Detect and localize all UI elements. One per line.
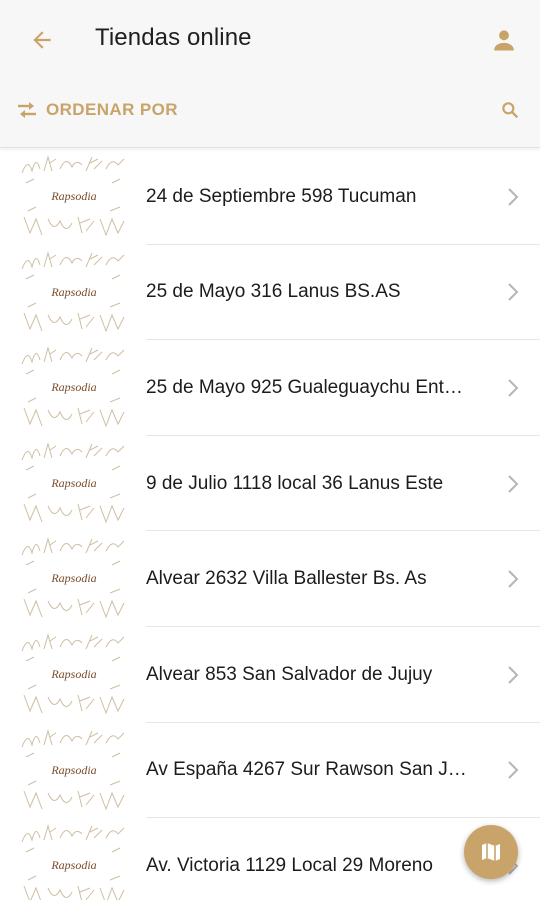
page-title: Tiendas online	[95, 24, 252, 51]
store-logo-thumbnail: Rapsodia	[21, 824, 125, 900]
logo-wordmark: Rapsodia	[50, 189, 96, 203]
store-row[interactable]: Rapsodia 25 de Mayo 925 Gualeguaychu Ent…	[0, 340, 540, 436]
swap-arrows-icon	[14, 100, 40, 120]
logo-wordmark: Rapsodia	[50, 476, 96, 490]
logo-wordmark: Rapsodia	[50, 285, 96, 299]
store-row[interactable]: Rapsodia 24 de Septiembre 598 Tucuman	[0, 149, 540, 245]
store-address: 9 de Julio 1118 local 36 Lanus Este	[146, 472, 444, 494]
sort-button[interactable]: ORDENAR POR	[14, 94, 178, 126]
store-address: Alvear 853 San Salvador de Jujuy	[146, 663, 433, 685]
profile-button[interactable]	[484, 20, 524, 60]
search-button[interactable]	[494, 94, 526, 126]
store-row[interactable]: Rapsodia Alvear 2632 Villa Ballester Bs.…	[0, 531, 540, 627]
chevron-right-icon	[504, 567, 522, 591]
store-logo-thumbnail: Rapsodia	[21, 633, 125, 715]
chevron-right-icon	[504, 280, 522, 304]
map-icon	[482, 843, 500, 861]
chevron-right-icon	[504, 758, 522, 782]
store-logo-thumbnail: Rapsodia	[21, 250, 125, 333]
store-logo-thumbnail: Rapsodia	[21, 537, 125, 619]
logo-wordmark: Rapsodia	[50, 380, 96, 394]
sort-label: ORDENAR POR	[46, 100, 178, 119]
logo-wordmark: Rapsodia	[50, 763, 96, 777]
store-logo-thumbnail: Rapsodia	[21, 728, 125, 810]
store-address: Av España 4267 Sur Rawson San J…	[146, 759, 467, 781]
store-address: Alvear 2632 Villa Ballester Bs. As	[146, 568, 427, 590]
logo-wordmark: Rapsodia	[50, 571, 96, 585]
store-row[interactable]: Rapsodia 9 de Julio 1118 local 36 Lanus …	[0, 436, 540, 532]
store-row[interactable]: Rapsodia Alvear 853 San Salvador de Juju…	[0, 627, 540, 723]
store-row[interactable]: Rapsodia Av España 4267 Sur Rawson San J…	[0, 723, 540, 819]
chevron-right-icon	[504, 472, 522, 496]
logo-wordmark: Rapsodia	[50, 667, 96, 681]
back-button[interactable]	[22, 20, 62, 60]
store-logo-thumbnail: Rapsodia	[21, 346, 125, 428]
search-icon	[502, 102, 518, 118]
app-bar: Tiendas online ORDENAR POR	[0, 0, 540, 148]
chevron-right-icon	[504, 663, 522, 687]
store-list: Rapsodia 24 de Septiembre 598 Tucuman Ra…	[0, 149, 540, 900]
map-fab-button[interactable]	[464, 825, 518, 879]
store-logo-thumbnail: Rapsodia	[21, 155, 125, 237]
person-icon	[494, 30, 514, 51]
store-address: Av. Victoria 1129 Local 29 Moreno	[146, 854, 433, 876]
store-address: 24 de Septiembre 598 Tucuman	[146, 185, 417, 207]
store-row[interactable]: Rapsodia 25 de Mayo 316 Lanus BS.AS	[0, 245, 540, 341]
store-row[interactable]: Rapsodia Av. Victoria 1129 Local 29 More…	[0, 818, 540, 900]
arrow-back-icon	[33, 31, 51, 49]
store-address: 25 de Mayo 925 Gualeguaychu Ent…	[146, 376, 463, 398]
chevron-right-icon	[504, 376, 522, 400]
store-logo-thumbnail: Rapsodia	[21, 441, 125, 524]
logo-wordmark: Rapsodia	[50, 858, 96, 872]
store-address: 25 de Mayo 316 Lanus BS.AS	[146, 281, 401, 303]
chevron-right-icon	[504, 185, 522, 209]
